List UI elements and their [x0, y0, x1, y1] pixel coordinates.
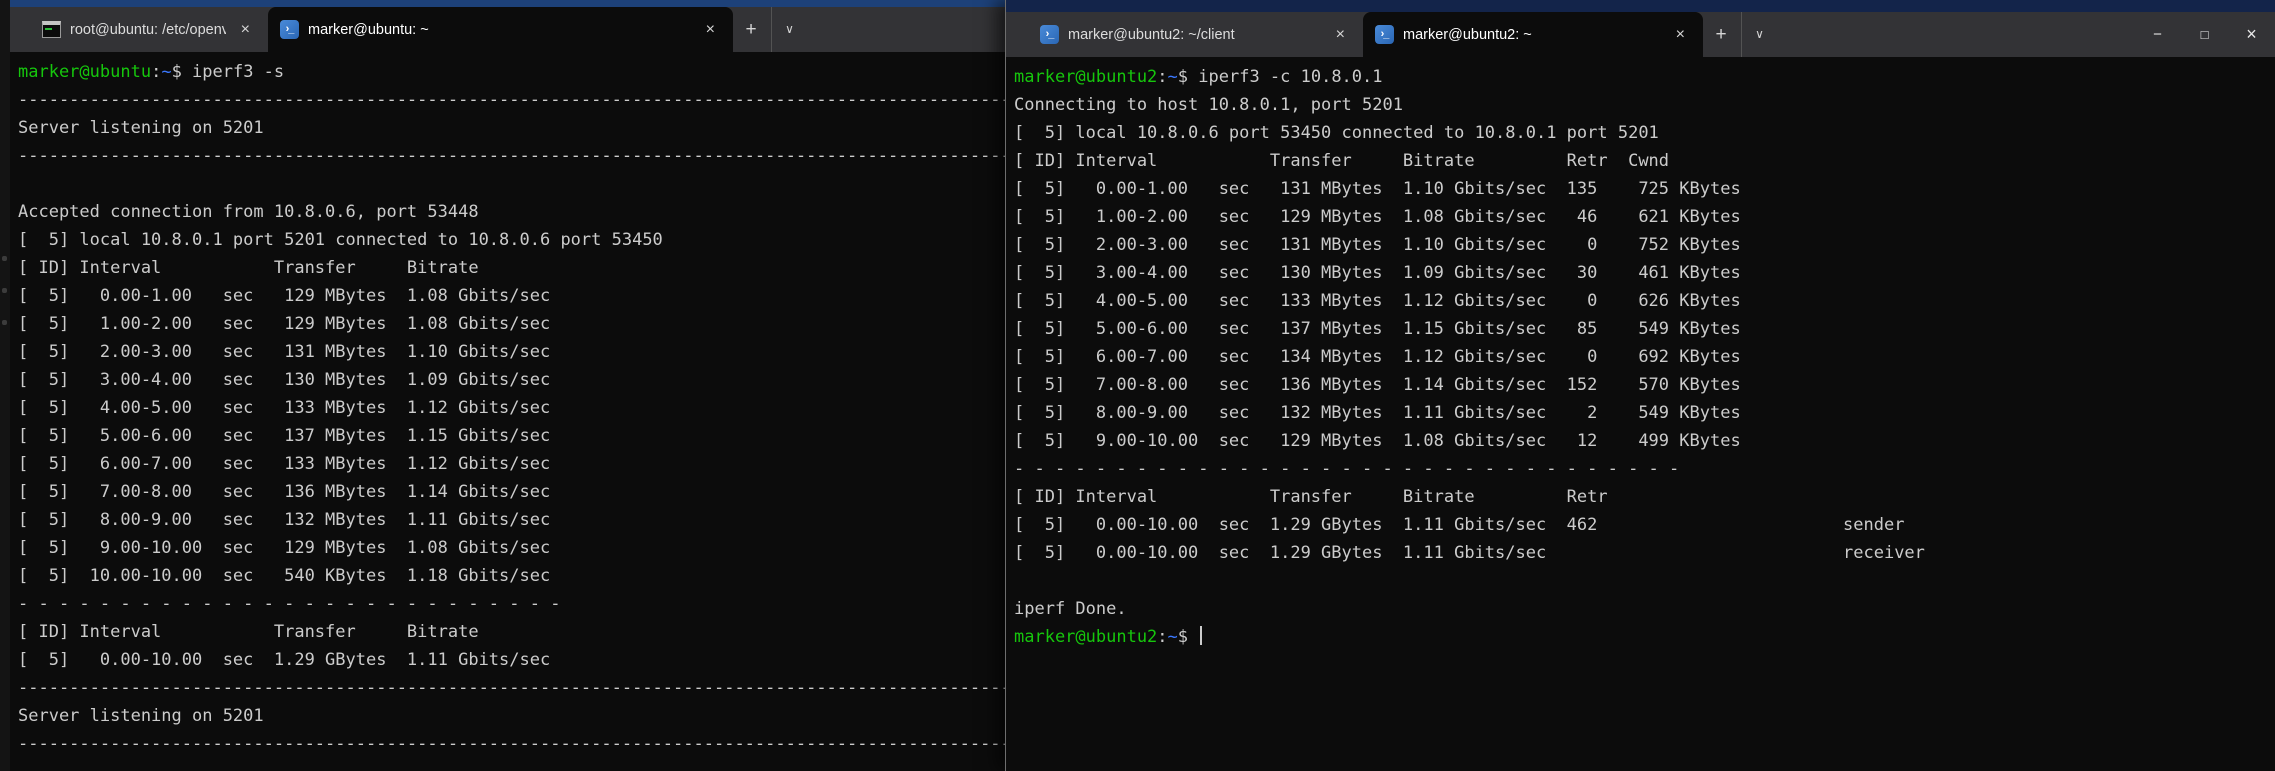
prompt-command: $ iperf3 -c 10.8.0.1	[1178, 67, 1383, 87]
powershell-icon: ›_	[1040, 25, 1059, 44]
tab-close-button[interactable]: ×	[1670, 26, 1691, 44]
window-controls: − □ ×	[2134, 12, 2275, 57]
terminal-line: [ ID] Interval Transfer Bitrate	[18, 254, 1005, 282]
prompt-path: ~	[161, 62, 171, 82]
terminal-line: marker@ubuntu2:~$ iperf3 -c 10.8.0.1	[1014, 63, 2275, 91]
tab-title: marker@ubuntu2: ~/client	[1068, 27, 1235, 43]
terminal-line: [ 5] 8.00-9.00 sec 132 MBytes 1.11 Gbits…	[18, 506, 1005, 534]
terminal-line: [ 5] 9.00-10.00 sec 129 MBytes 1.08 Gbit…	[1014, 427, 2275, 455]
new-tab-button[interactable]: +	[733, 7, 769, 52]
terminal-line: ----------------------------------------…	[18, 730, 1005, 758]
terminal-line: marker@ubuntu2:~$	[1014, 623, 2275, 651]
prompt-separator: :	[1157, 627, 1167, 647]
terminal-line: [ 5] 7.00-8.00 sec 136 MBytes 1.14 Gbits…	[18, 478, 1005, 506]
terminal-line: Accepted connection from 10.8.0.6, port …	[18, 198, 1005, 226]
terminal-line: [ 5] 0.00-10.00 sec 1.29 GBytes 1.11 Gbi…	[1014, 539, 2275, 567]
terminal-line: [ 5] local 10.8.0.1 port 5201 connected …	[18, 226, 1005, 254]
terminal-line: [ 5] 3.00-4.00 sec 130 MBytes 1.09 Gbits…	[1014, 259, 2275, 287]
prompt-separator: :	[1157, 67, 1167, 87]
terminal-line: [ 5] 10.00-10.00 sec 540 KBytes 1.18 Gbi…	[18, 562, 1005, 590]
terminal-line: [ 5] 6.00-7.00 sec 134 MBytes 1.12 Gbits…	[1014, 343, 2275, 371]
prompt-separator: :	[151, 62, 161, 82]
background-window-sliver-dot	[2, 288, 7, 293]
prompt-path: ~	[1168, 627, 1178, 647]
terminal-line: [ ID] Interval Transfer Bitrate Retr Cwn…	[1014, 147, 2275, 175]
terminal-line: [ 5] 3.00-4.00 sec 130 MBytes 1.09 Gbits…	[18, 366, 1005, 394]
prompt-user: marker@ubuntu2	[1014, 67, 1157, 87]
terminal-line: [ 5] 4.00-5.00 sec 133 MBytes 1.12 Gbits…	[18, 394, 1005, 422]
tab[interactable]: ›_ marker@ubuntu2: ~ ×	[1363, 12, 1703, 57]
maximize-button[interactable]: □	[2181, 12, 2228, 57]
prompt-path: ~	[1168, 67, 1178, 87]
close-button[interactable]: ×	[2228, 12, 2275, 57]
tab[interactable]: ›_ marker@ubuntu: ~ ×	[268, 7, 733, 52]
terminal-content-server[interactable]: marker@ubuntu:~$ iperf3 -s--------------…	[10, 52, 1005, 758]
text-cursor	[1200, 626, 1202, 645]
terminal-line: ----------------------------------------…	[18, 142, 1005, 170]
terminal-line: [ 5] 7.00-8.00 sec 136 MBytes 1.14 Gbits…	[1014, 371, 2275, 399]
terminal-line: [ 5] 5.00-6.00 sec 137 MBytes 1.15 Gbits…	[18, 422, 1005, 450]
background-window-sliver-dot	[2, 256, 7, 261]
terminal-line: iperf Done.	[1014, 595, 2275, 623]
minimize-button[interactable]: −	[2134, 12, 2181, 57]
tab[interactable]: root@ubuntu: /etc/openvpn ×	[30, 7, 268, 52]
terminal-line: - - - - - - - - - - - - - - - - - - - - …	[18, 590, 1005, 618]
tab-close-button[interactable]: ×	[1330, 26, 1351, 44]
new-tab-button[interactable]: +	[1703, 12, 1739, 57]
powershell-icon: ›_	[1375, 25, 1394, 44]
terminal-line: [ 5] 2.00-3.00 sec 131 MBytes 1.10 Gbits…	[1014, 231, 2275, 259]
terminal-line: [ 5] 9.00-10.00 sec 129 MBytes 1.08 Gbit…	[18, 534, 1005, 562]
tab-close-button[interactable]: ×	[700, 21, 721, 39]
terminal-line: ----------------------------------------…	[18, 674, 1005, 702]
terminal-window-server: root@ubuntu: /etc/openvpn × ›_ marker@ubunt…	[10, 0, 1005, 771]
terminal-content-client[interactable]: marker@ubuntu2:~$ iperf3 -c 10.8.0.1Conn…	[1006, 57, 2275, 651]
terminal-line: [ 5] 8.00-9.00 sec 132 MBytes 1.11 Gbits…	[1014, 399, 2275, 427]
tab-title: marker@ubuntu: ~	[308, 22, 429, 38]
terminal-line: - - - - - - - - - - - - - - - - - - - - …	[1014, 455, 2275, 483]
prompt-command: $	[1178, 627, 1198, 647]
window-accent-strip	[10, 0, 1005, 7]
tab-title: marker@ubuntu2: ~	[1403, 27, 1532, 43]
terminal-line: [ ID] Interval Transfer Bitrate	[18, 618, 1005, 646]
terminal-line: Connecting to host 10.8.0.1, port 5201	[1014, 91, 2275, 119]
tab-dropdown-button[interactable]: ∨	[771, 7, 807, 52]
terminal-line: [ 5] 1.00-2.00 sec 129 MBytes 1.08 Gbits…	[1014, 203, 2275, 231]
console-icon	[42, 21, 61, 38]
terminal-line	[1014, 567, 2275, 595]
prompt-command: $ iperf3 -s	[172, 62, 285, 82]
tab-close-button[interactable]: ×	[235, 21, 256, 39]
tab-bar: ›_ marker@ubuntu2: ~/client × ›_ marker@ubun…	[1006, 12, 2275, 57]
terminal-line	[18, 170, 1005, 198]
terminal-line: [ 5] 5.00-6.00 sec 137 MBytes 1.15 Gbits…	[1014, 315, 2275, 343]
terminal-line: [ 5] 0.00-10.00 sec 1.29 GBytes 1.11 Gbi…	[18, 646, 1005, 674]
terminal-line: [ 5] 0.00-1.00 sec 131 MBytes 1.10 Gbits…	[1014, 175, 2275, 203]
powershell-icon: ›_	[280, 20, 299, 39]
prompt-user: marker@ubuntu2	[1014, 627, 1157, 647]
terminal-line: marker@ubuntu:~$ iperf3 -s	[18, 58, 1005, 86]
background-window-sliver-dot	[2, 320, 7, 325]
tab-dropdown-button[interactable]: ∨	[1741, 12, 1777, 57]
terminal-line: [ 5] 2.00-3.00 sec 131 MBytes 1.10 Gbits…	[18, 338, 1005, 366]
terminal-line: [ 5] 6.00-7.00 sec 133 MBytes 1.12 Gbits…	[18, 450, 1005, 478]
prompt-user: marker@ubuntu	[18, 62, 151, 82]
terminal-window-client: ›_ marker@ubuntu2: ~/client × ›_ marker@ubun…	[1005, 0, 2275, 771]
terminal-line: [ 5] 0.00-10.00 sec 1.29 GBytes 1.11 Gbi…	[1014, 511, 2275, 539]
tab-bar: root@ubuntu: /etc/openvpn × ›_ marker@ubunt…	[10, 7, 1005, 52]
terminal-line: [ ID] Interval Transfer Bitrate Retr	[1014, 483, 2275, 511]
terminal-line: Server listening on 5201	[18, 702, 1005, 730]
terminal-line: [ 5] local 10.8.0.6 port 53450 connected…	[1014, 119, 2275, 147]
terminal-line: Server listening on 5201	[18, 114, 1005, 142]
terminal-line: [ 5] 0.00-1.00 sec 129 MBytes 1.08 Gbits…	[18, 282, 1005, 310]
terminal-line: [ 5] 4.00-5.00 sec 133 MBytes 1.12 Gbits…	[1014, 287, 2275, 315]
tab[interactable]: ›_ marker@ubuntu2: ~/client ×	[1028, 12, 1363, 57]
terminal-line: ----------------------------------------…	[18, 86, 1005, 114]
terminal-line: [ 5] 1.00-2.00 sec 129 MBytes 1.08 Gbits…	[18, 310, 1005, 338]
window-title-band	[1006, 0, 2275, 12]
tab-title: root@ubuntu: /etc/openvpn	[70, 22, 226, 38]
